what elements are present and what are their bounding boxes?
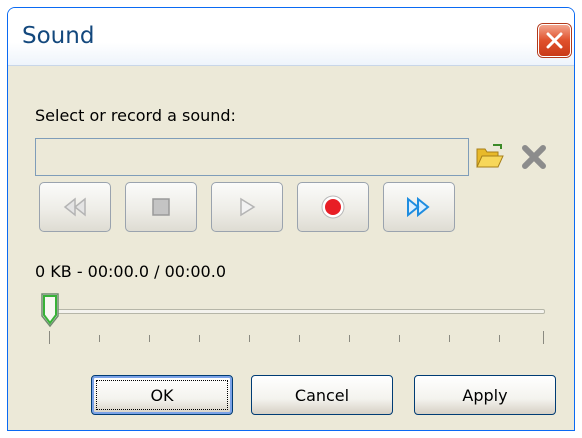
cancel-button[interactable]: Cancel: [251, 375, 393, 415]
record-icon: [321, 195, 345, 219]
slider-tick: [149, 335, 150, 342]
slider-tick: [349, 335, 350, 342]
slider-tick: [499, 335, 500, 342]
ok-button-label: OK: [150, 385, 174, 405]
slider-tick: [49, 331, 50, 344]
slider-tick: [99, 335, 100, 342]
recording-status: 0 KB - 00:00.0 / 00:00.0: [35, 262, 226, 281]
stop-button[interactable]: [125, 182, 197, 232]
prompt-label: Select or record a sound:: [35, 106, 236, 125]
close-icon: [546, 32, 563, 49]
stop-icon: [152, 198, 170, 216]
position-slider-track[interactable]: [43, 309, 545, 314]
slider-tick: [399, 335, 400, 342]
dialog-body: Select or record a sound: 0 KB - 00:00.0…: [8, 66, 574, 430]
fast-forward-icon: [407, 196, 430, 218]
slider-tick: [249, 335, 250, 342]
play-button[interactable]: [211, 182, 283, 232]
sound-file-input[interactable]: [35, 138, 469, 176]
cancel-button-label: Cancel: [294, 385, 350, 405]
title-bar[interactable]: Sound: [8, 8, 574, 66]
remove-sound-button[interactable]: [520, 143, 548, 175]
apply-button[interactable]: Apply: [414, 375, 556, 415]
slider-thumb-icon: [41, 293, 59, 328]
close-button[interactable]: [538, 24, 571, 57]
ok-button[interactable]: OK: [91, 375, 233, 415]
browse-button[interactable]: [474, 143, 504, 175]
delete-x-icon: [522, 145, 546, 169]
fast-forward-button[interactable]: [383, 182, 455, 232]
slider-tick: [199, 335, 200, 342]
record-button[interactable]: [297, 182, 369, 232]
rewind-button[interactable]: [39, 182, 111, 232]
slider-tick: [449, 335, 450, 342]
folder-icon: [476, 144, 504, 168]
slider-tick: [543, 331, 544, 344]
slider-tick: [299, 335, 300, 342]
play-icon: [240, 197, 256, 217]
apply-button-label: Apply: [462, 385, 508, 405]
window-title: Sound: [22, 23, 95, 49]
rewind-icon: [63, 197, 86, 217]
position-slider-thumb[interactable]: [40, 292, 60, 332]
sound-dialog: Sound Select or record a sound: 0 KB - 0…: [7, 7, 575, 431]
